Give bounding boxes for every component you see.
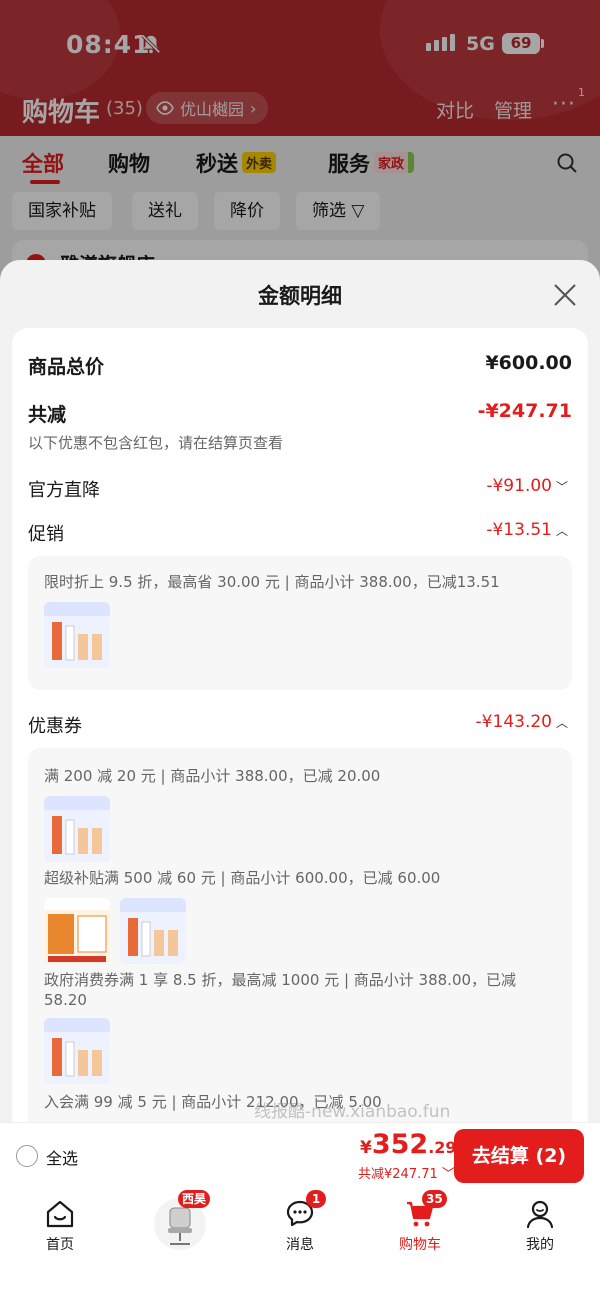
- coupon-label: 优惠券: [28, 716, 82, 737]
- product-thumbnail: [44, 602, 110, 668]
- chevron-up-icon: ︿: [555, 716, 568, 730]
- product-thumbnail: [120, 898, 186, 964]
- discount-note: 以下优惠不包含红包，请在结算页查看: [28, 434, 284, 452]
- coupon-rule: 满 200 减 20 元 | 商品小计 388.00，已减 20.00: [44, 767, 381, 785]
- bottom-nav: 首页 西昊 消息 1 购物车 35 我的: [0, 1188, 600, 1303]
- price-currency: ¥: [360, 1138, 372, 1158]
- price-integer: 352: [371, 1129, 429, 1160]
- promo-rule: 限时折上 9.5 折，最高省 30.00 元 | 商品小计 388.00，已减1…: [44, 573, 500, 591]
- chevron-up-icon: ︿: [555, 524, 568, 538]
- product-thumbnail: [44, 1018, 110, 1084]
- promo-amount: -¥13.51: [486, 520, 552, 540]
- discount-label: 共减: [28, 404, 67, 426]
- promo-label: 促销: [28, 524, 64, 545]
- nav-cart[interactable]: 购物车: [380, 1198, 460, 1254]
- official-amount: -¥91.00: [486, 476, 552, 496]
- detail-card: 商品总价 ¥600.00 共减 -¥247.71 以下优惠不包含红包，请在结算页…: [12, 328, 588, 1130]
- nav-label: 购物车: [399, 1237, 441, 1253]
- coupon-rule: 超级补贴满 500 减 60 元 | 商品小计 600.00，已减 60.00: [44, 869, 441, 887]
- discount-value: -¥247.71: [477, 400, 572, 422]
- promo-value: -¥13.51 ︿: [486, 520, 568, 540]
- nav-messages[interactable]: 消息: [260, 1198, 340, 1254]
- avatar-badge: 西昊: [178, 1190, 211, 1208]
- amount-detail-sheet: 金额明细 商品总价 ¥600.00 共减 -¥247.71 以下优惠不包含红包，…: [0, 260, 600, 1130]
- product-thumbnail: [44, 898, 110, 964]
- watermark: 线报酷-new.xianbao.fun: [254, 1102, 451, 1122]
- product-thumbnail: [44, 796, 110, 862]
- overlay-mask[interactable]: [0, 0, 600, 280]
- promo-detail-box: 限时折上 9.5 折，最高省 30.00 元 | 商品小计 388.00，已减1…: [28, 556, 572, 690]
- total-value: ¥600.00: [485, 352, 572, 374]
- checkout-bar: 全选 ¥352.29 共减¥247.71 ﹀ 去结算 (2): [0, 1122, 600, 1188]
- profile-icon: [526, 1200, 554, 1229]
- nav-label: 消息: [286, 1237, 314, 1253]
- close-icon[interactable]: [552, 282, 578, 308]
- coupon-detail-box: 满 200 减 20 元 | 商品小计 388.00，已减 20.00 超级补贴…: [28, 748, 572, 1130]
- coupon-rule: 政府消费券满 1 享 8.5 折，最高减 1000 元 | 商品小计 388.0…: [44, 971, 517, 1009]
- coupon-value: -¥143.20 ︿: [476, 712, 568, 732]
- select-all-label[interactable]: 全选: [46, 1145, 78, 1169]
- total-price[interactable]: ¥352.29: [360, 1129, 457, 1160]
- home-icon: [46, 1200, 74, 1228]
- sheet-title: 金额明细: [258, 284, 342, 308]
- cart-badge: 35: [422, 1190, 447, 1208]
- official-label: 官方直降: [28, 480, 100, 501]
- messages-badge: 1: [306, 1190, 326, 1208]
- chevron-down-icon: ﹀: [555, 480, 568, 494]
- checkout-button[interactable]: 去结算 (2): [454, 1129, 584, 1183]
- nav-home[interactable]: 首页: [20, 1198, 100, 1254]
- nav-label: 我的: [526, 1237, 554, 1253]
- coupon-amount: -¥143.20: [475, 712, 552, 732]
- nav-mine[interactable]: 我的: [500, 1198, 580, 1254]
- discount-summary[interactable]: 共减¥247.71 ﹀: [358, 1163, 455, 1182]
- chevron-down-icon: ﹀: [437, 1167, 455, 1182]
- price-decimal: .29: [428, 1138, 457, 1157]
- total-label: 商品总价: [28, 356, 105, 378]
- select-all-checkbox[interactable]: [16, 1145, 38, 1167]
- discount-summary-text: 共减¥247.71: [358, 1167, 438, 1182]
- official-value: -¥91.00 ﹀: [486, 476, 568, 496]
- nav-label: 首页: [46, 1237, 74, 1253]
